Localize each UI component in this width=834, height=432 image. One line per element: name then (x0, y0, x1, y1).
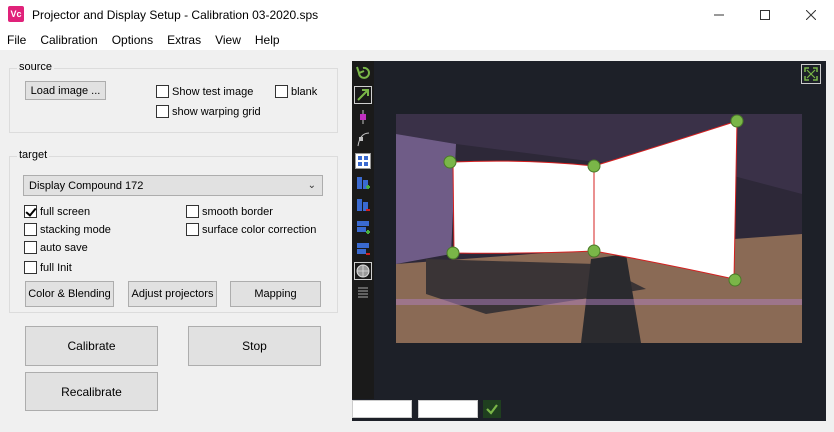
mapping-button[interactable]: Mapping (230, 281, 321, 307)
close-icon (806, 10, 816, 20)
add-row-icon[interactable] (354, 218, 372, 236)
blank-box[interactable] (275, 85, 288, 98)
display-select[interactable]: Display Compound 172 ⌄ (23, 175, 323, 196)
undo-icon[interactable] (354, 64, 372, 82)
surface-color-correction-checkbox[interactable]: surface color correction (186, 223, 316, 236)
show-warping-grid-box[interactable] (156, 105, 169, 118)
show-warping-grid-label: show warping grid (172, 105, 261, 118)
smooth-border-checkbox[interactable]: smooth border (186, 205, 273, 218)
window-title: Projector and Display Setup - Calibratio… (32, 8, 319, 22)
camera-preview[interactable] (396, 114, 802, 343)
menu-file[interactable]: File (0, 30, 33, 50)
adjust-projectors-button[interactable]: Adjust projectors (128, 281, 217, 307)
stacking-mode-box[interactable] (24, 223, 37, 236)
value-field-1[interactable] (352, 400, 412, 418)
surface-color-correction-box[interactable] (186, 223, 199, 236)
auto-save-checkbox[interactable]: auto save (24, 241, 88, 254)
color-blending-button[interactable]: Color & Blending (25, 281, 114, 307)
auto-save-label: auto save (40, 241, 88, 254)
show-warping-grid-checkbox[interactable]: show warping grid (156, 105, 261, 118)
menu-view[interactable]: View (208, 30, 248, 50)
stacking-mode-label: stacking mode (40, 223, 111, 236)
maximize-button[interactable] (742, 0, 788, 30)
smooth-border-label: smooth border (202, 205, 273, 218)
show-test-image-checkbox[interactable]: Show test image (156, 85, 253, 98)
load-image-button[interactable]: Load image ... (25, 81, 106, 100)
stop-button[interactable]: Stop (188, 326, 321, 366)
full-init-label: full Init (40, 261, 72, 274)
full-screen-box[interactable] (24, 205, 37, 218)
curve-icon[interactable] (354, 130, 372, 148)
blank-checkbox[interactable]: blank (275, 85, 317, 98)
value-field-2[interactable] (418, 400, 478, 418)
minimize-icon (714, 14, 724, 16)
checkmark-icon[interactable] (483, 400, 501, 418)
menu-extras[interactable]: Extras (160, 30, 208, 50)
remove-row-icon[interactable] (354, 240, 372, 258)
stacking-mode-checkbox[interactable]: stacking mode (24, 223, 111, 236)
source-group: source (9, 61, 338, 133)
camera-scene (396, 114, 802, 343)
fit-view-icon[interactable] (801, 64, 821, 84)
auto-save-box[interactable] (24, 241, 37, 254)
full-screen-checkbox[interactable]: full screen (24, 205, 90, 218)
full-screen-label: full screen (40, 205, 91, 218)
add-column-icon[interactable] (354, 174, 372, 192)
close-button[interactable] (788, 0, 834, 30)
full-init-box[interactable] (24, 261, 37, 274)
show-test-image-box[interactable] (156, 85, 169, 98)
lines-icon[interactable] (354, 284, 372, 302)
app-icon: Vc (8, 6, 24, 22)
surface-color-correction-label: surface color correction (202, 223, 317, 236)
warp-toolbar (352, 61, 374, 399)
maximize-icon (760, 10, 770, 20)
menu-help[interactable]: Help (248, 30, 287, 50)
minimize-button[interactable] (696, 0, 742, 30)
full-init-checkbox[interactable]: full Init (24, 261, 72, 274)
remove-column-icon[interactable] (354, 196, 372, 214)
menu-bar: File Calibration Options Extras View Hel… (0, 30, 834, 50)
smooth-border-box[interactable] (186, 205, 199, 218)
menu-options[interactable]: Options (105, 30, 160, 50)
recalibrate-button[interactable]: Recalibrate (25, 372, 158, 411)
blank-label: blank (291, 85, 318, 98)
move-arrow-icon[interactable] (354, 86, 372, 104)
target-legend: target (17, 149, 50, 161)
show-test-image-label: Show test image (172, 85, 254, 98)
calibrate-button[interactable]: Calibrate (25, 326, 158, 366)
title-bar: Vc Projector and Display Setup - Calibra… (0, 0, 834, 30)
grid-points-icon[interactable] (354, 152, 372, 170)
display-select-value: Display Compound 172 (29, 180, 144, 192)
chevron-down-icon: ⌄ (307, 180, 316, 191)
calibration-view[interactable] (352, 61, 826, 421)
sphere-icon[interactable] (354, 262, 372, 280)
menu-calibration[interactable]: Calibration (33, 30, 104, 50)
vertical-handle-icon[interactable] (354, 108, 372, 126)
source-legend: source (17, 61, 55, 73)
